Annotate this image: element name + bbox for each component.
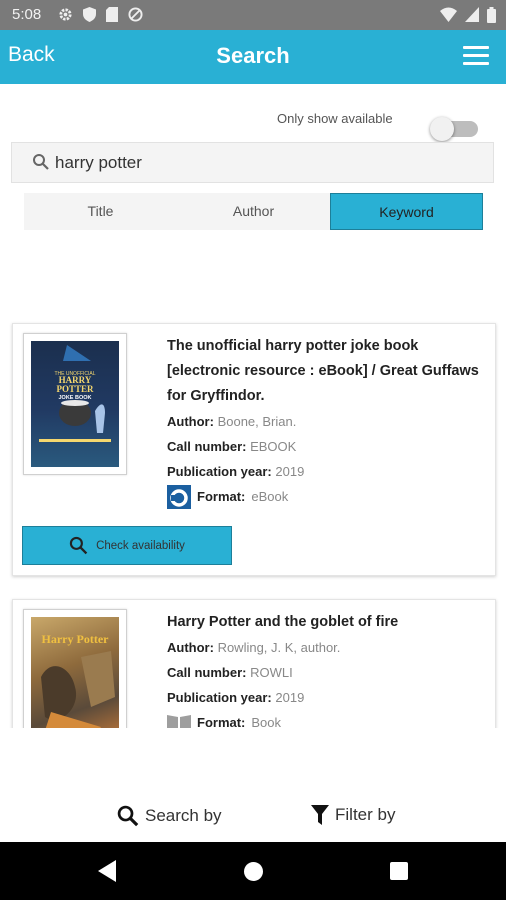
format-line: Format: Book <box>167 710 485 728</box>
search-type-tabs: Title Author Keyword <box>24 193 483 230</box>
search-by-button[interactable]: Search by <box>117 805 222 827</box>
check-availability-label: Check availability <box>96 539 185 552</box>
publication-year-line: Publication year: 2019 <box>167 690 305 705</box>
recents-icon[interactable] <box>390 862 408 880</box>
author-line: Author: Boone, Brian. <box>167 414 297 429</box>
sim-icon <box>106 7 118 22</box>
check-availability-button[interactable]: Check availability <box>22 526 232 565</box>
search-icon <box>117 805 139 827</box>
only-available-toggle[interactable] <box>430 117 478 141</box>
filter-icon <box>311 805 329 825</box>
only-available-label: Only show available <box>277 111 393 126</box>
status-time: 5:08 <box>12 6 42 23</box>
tab-title[interactable]: Title <box>24 193 177 230</box>
format-line: Format: eBook <box>167 484 485 509</box>
battery-icon <box>487 7 496 23</box>
book-format-icon <box>167 714 191 728</box>
page-title: Search <box>216 43 290 68</box>
app-header: Back Search <box>0 30 506 84</box>
svg-text:POTTER: POTTER <box>56 384 94 394</box>
search-input[interactable] <box>55 151 475 175</box>
svg-text:Harry Potter: Harry Potter <box>42 632 110 646</box>
ebook-format-icon <box>167 484 191 509</box>
call-number-line: Call number: EBOOK <box>167 439 297 454</box>
shield-icon <box>83 7 96 22</box>
system-nav-bar <box>0 842 506 900</box>
gear-icon <box>59 8 72 21</box>
book-cover: Harry Potter <box>23 609 127 728</box>
tab-keyword[interactable]: Keyword <box>330 193 483 230</box>
signal-icon <box>465 7 479 22</box>
svg-text:JOKE BOOK: JOKE BOOK <box>58 395 91 401</box>
author-line: Author: Rowling, J. K, author. <box>167 640 341 655</box>
hamburger-menu-icon[interactable] <box>463 46 489 66</box>
status-bar: 5:08 <box>0 0 506 30</box>
results-list[interactable]: THE UNOFFICIAL HARRY POTTER JOKE BOOK Th… <box>0 310 506 728</box>
search-icon <box>69 536 88 555</box>
back-icon[interactable] <box>98 860 116 882</box>
book-title[interactable]: Harry Potter and the goblet of fire <box>167 610 485 635</box>
do-not-disturb-icon <box>128 7 143 22</box>
result-card[interactable]: Harry Potter Harry Potter and the goblet… <box>12 599 496 728</box>
result-card[interactable]: THE UNOFFICIAL HARRY POTTER JOKE BOOK Th… <box>12 323 496 576</box>
book-title[interactable]: The unofficial harry potter joke book [e… <box>167 334 485 409</box>
filter-by-button[interactable]: Filter by <box>311 805 395 825</box>
bottom-action-bar: Search by Filter by <box>0 790 506 842</box>
search-icon <box>33 154 49 170</box>
wifi-icon <box>440 7 457 22</box>
call-number-line: Call number: ROWLI <box>167 665 293 680</box>
home-icon[interactable] <box>244 862 263 881</box>
publication-year-line: Publication year: 2019 <box>167 464 305 479</box>
tab-author[interactable]: Author <box>177 193 330 230</box>
book-cover: THE UNOFFICIAL HARRY POTTER JOKE BOOK <box>23 333 127 475</box>
search-bar <box>11 142 494 183</box>
